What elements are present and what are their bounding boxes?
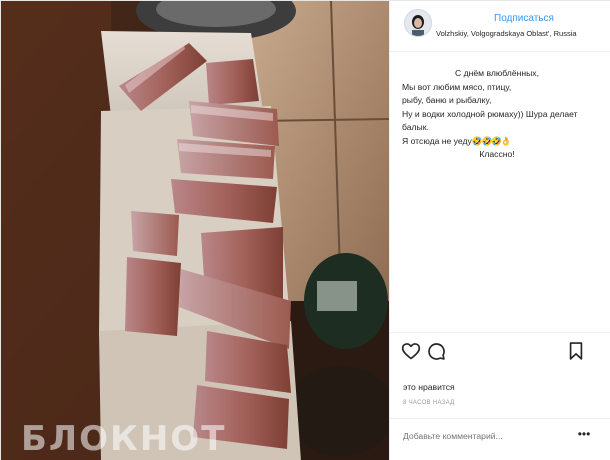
caption-text: Я отсюда не уеду: [402, 135, 472, 146]
post-time[interactable]: 8 ЧАСОВ НАЗАД: [403, 400, 454, 406]
comment-icon[interactable]: [426, 341, 446, 361]
emoji-group: 🤣🤣🤣👌: [471, 135, 512, 146]
caption-line: Я отсюда не уеду🤣🤣🤣👌: [402, 135, 602, 149]
post-side-panel: Подписаться Volzhskiy, Volgogradskaya Ob…: [389, 1, 610, 460]
caption-line: Мы вот любим мясо, птицу,: [402, 81, 512, 92]
bookmark-icon[interactable]: [566, 341, 586, 361]
post-header: Подписаться Volzhskiy, Volgogradskaya Ob…: [390, 1, 610, 51]
avatar-image: [405, 10, 431, 36]
caption-greeting: С днём влюблённых,: [455, 68, 539, 78]
caption-line: рыбу, баню и рыбалку,: [402, 95, 492, 105]
avatar[interactable]: [404, 9, 432, 37]
location-link[interactable]: Volzhskiy, Volgogradskaya Oblast', Russi…: [436, 29, 577, 38]
comment-input[interactable]: [403, 431, 563, 441]
post-photo[interactable]: БЛОКНОТ: [1, 1, 389, 460]
caption-line: балык.: [402, 122, 429, 132]
heart-icon[interactable]: [401, 341, 421, 361]
instagram-post: БЛОКНОТ Подписаться Volzhskiy, Volgograd…: [0, 0, 610, 460]
header-divider: [390, 51, 610, 52]
actions-divider: [390, 332, 610, 333]
caption-closing: Классно!: [479, 149, 515, 159]
watermark: БЛОКНОТ: [21, 419, 227, 459]
subscribe-button[interactable]: Подписаться: [494, 13, 554, 24]
action-bar: [390, 337, 610, 365]
fish-fillets-photo: [1, 1, 389, 460]
caption-line: Ну и водки холодной рюмаху)) Шура делает: [402, 108, 578, 119]
post-caption: С днём влюблённых, Мы вот любим мясо, пт…: [402, 67, 602, 162]
likes-text[interactable]: это нравится: [403, 382, 455, 392]
more-options-button[interactable]: •••: [574, 427, 594, 441]
comment-divider: [390, 418, 610, 419]
